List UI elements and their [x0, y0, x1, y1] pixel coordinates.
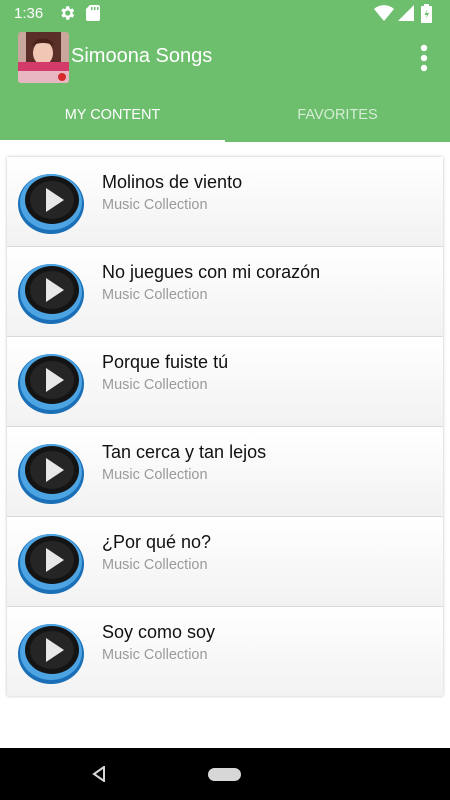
song-subtitle: Music Collection — [102, 557, 208, 573]
back-icon[interactable] — [92, 766, 106, 782]
song-subtitle: Music Collection — [102, 467, 208, 483]
song-subtitle: Music Collection — [102, 647, 208, 663]
song-subtitle: Music Collection — [102, 197, 208, 213]
battery-icon — [421, 4, 432, 23]
list-item[interactable]: Soy como soy Music Collection — [7, 607, 443, 696]
sd-card-icon — [86, 5, 100, 21]
app-title: Simoona Songs — [71, 45, 213, 67]
play-icon — [18, 444, 84, 504]
song-title: Soy como soy — [102, 622, 216, 642]
list-item[interactable]: Porque fuiste tú Music Collection — [7, 337, 443, 427]
status-bar: 1:36 — [0, 0, 450, 28]
song-subtitle: Music Collection — [102, 287, 208, 303]
song-title: No juegues con mi corazón — [102, 262, 321, 282]
play-icon — [18, 354, 84, 414]
play-icon — [18, 624, 84, 684]
play-icon — [18, 264, 84, 324]
home-button[interactable] — [208, 768, 241, 781]
navigation-bar — [0, 748, 450, 800]
song-title: Molinos de viento — [102, 172, 243, 192]
play-icon — [18, 174, 84, 234]
list-item[interactable]: Molinos de viento Music Collection — [7, 157, 443, 247]
wifi-icon — [374, 5, 394, 21]
song-title: ¿Por qué no? — [102, 532, 212, 552]
app-logo — [18, 32, 69, 83]
list-item[interactable]: Tan cerca y tan lejos Music Collection — [7, 427, 443, 517]
status-time: 1:36 — [14, 5, 44, 22]
signal-icon — [398, 5, 414, 21]
tab-selected-indicator — [0, 140, 225, 142]
gear-icon — [61, 6, 75, 20]
tab-favorites[interactable]: FAVORITES — [225, 100, 450, 142]
song-title: Tan cerca y tan lejos — [102, 442, 267, 462]
list-item[interactable]: ¿Por qué no? Music Collection — [7, 517, 443, 607]
app-bar: Simoona Songs MY CONTENT FAVORITES — [0, 28, 450, 142]
tab-my-content[interactable]: MY CONTENT — [0, 100, 225, 142]
tab-label: MY CONTENT — [64, 107, 161, 123]
play-icon — [18, 534, 84, 594]
tab-label: FAVORITES — [297, 107, 378, 123]
song-list: Molinos de viento Music Collection No ju… — [7, 157, 443, 696]
more-options-icon[interactable] — [412, 42, 436, 74]
song-title: Porque fuiste tú — [102, 352, 229, 372]
list-item[interactable]: No juegues con mi corazón Music Collecti… — [7, 247, 443, 337]
song-subtitle: Music Collection — [102, 377, 208, 393]
